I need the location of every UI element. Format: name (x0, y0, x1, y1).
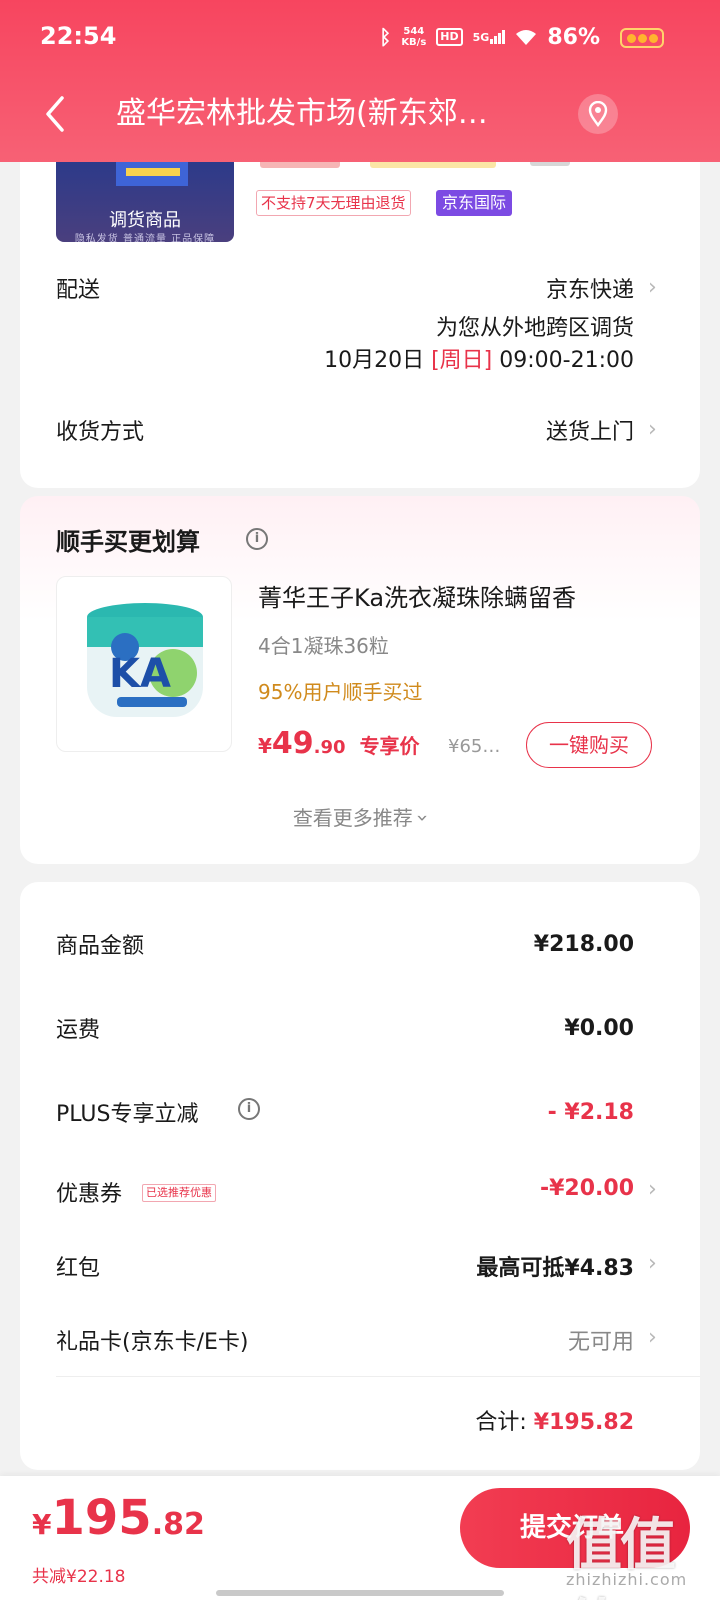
chevron-right-icon[interactable]: › (648, 277, 660, 299)
recommend-original-price: ¥65… (448, 736, 501, 757)
location-pin-icon[interactable] (578, 94, 618, 134)
goods-amount-label: 商品金额 (56, 934, 145, 959)
red-packet-value[interactable]: 最高可抵¥4.83 (476, 1250, 634, 1282)
product-thumbnail[interactable]: 调货商品 隐私发货 普通流量 正品保障 (56, 160, 234, 242)
chevron-right-icon[interactable]: › (648, 1179, 660, 1201)
thumb-sub: 隐私发货 普通流量 正品保障 (74, 234, 216, 242)
battery-percent: 86% (547, 24, 600, 50)
checkout-price: ¥195.82 (32, 1490, 205, 1546)
detergent-pod-image: KA (87, 603, 203, 717)
price-symbol: ¥ (258, 734, 272, 758)
price-label: 专享价 (359, 734, 420, 758)
clipped-price-row (260, 162, 580, 176)
delivery-note: 为您从外地跨区调货 (435, 316, 634, 341)
delivery-time: 10月20日 [周日] 09:00-21:00 (324, 342, 634, 374)
checkout-bar: ¥195.82 共减¥22.18 提交订单 值值值 zhizhizhi.com (0, 1476, 720, 1600)
plus-discount-label: PLUS专享立减 (56, 1102, 199, 1127)
delivery-weekday: [周日] (431, 348, 493, 373)
price-symbol: ¥ (32, 1508, 52, 1541)
chevron-right-icon[interactable]: › (648, 1253, 660, 1275)
delivery-label: 配送 (56, 278, 101, 303)
recommend-title: 顺手买更划算 (56, 528, 200, 556)
see-more-recommend[interactable]: 查看更多推荐 › (20, 802, 700, 831)
goods-amount-value: ¥218.00 (533, 932, 634, 957)
home-indicator[interactable] (216, 1590, 504, 1596)
svg-text:KA: KA (109, 651, 171, 697)
price-integer: 195 (51, 1490, 152, 1546)
delivery-card: 调货商品 隐私发货 普通流量 正品保障 不支持7天无理由退货 京东国际 配送 京… (20, 120, 700, 488)
recommend-product-image[interactable]: KA (56, 576, 232, 752)
plus-discount-value: - ¥2.18 (547, 1100, 634, 1125)
total-saved-text: 共减¥22.18 (32, 1567, 126, 1587)
status-bar: 22:54 ᛒ 544 KB/s HD 5G 86% (0, 0, 720, 76)
gift-card-label: 礼品卡(京东卡/E卡) (56, 1330, 249, 1355)
delivery-carrier[interactable]: 京东快递 (546, 272, 634, 304)
red-packet-label: 红包 (56, 1256, 101, 1281)
coupon-label: 优惠券 (56, 1182, 123, 1207)
price-decimal: .82 (151, 1507, 205, 1542)
shipping-fee-label: 运费 (56, 1018, 101, 1043)
status-time: 22:54 (40, 22, 117, 50)
chevron-right-icon[interactable]: › (648, 419, 660, 441)
price-integer: 49 (271, 726, 314, 761)
net-speed-value: 544 (403, 26, 425, 37)
nav-bar: 盛华宏林批发市场(新东郊… (0, 76, 720, 162)
top-header: 22:54 ᛒ 544 KB/s HD 5G 86% 盛华宏林批发市场(新东郊… (0, 0, 720, 162)
total-label: 合计: (475, 1410, 527, 1435)
net-speed-unit: KB/s (401, 37, 427, 48)
see-more-label: 查看更多推荐 (292, 806, 413, 830)
receive-method-label: 收货方式 (56, 420, 145, 445)
signal-icon: 5G (473, 30, 506, 44)
battery-icon (620, 28, 664, 48)
chevron-right-icon[interactable]: › (648, 1327, 660, 1349)
price-summary-card: 商品金额 ¥218.00 运费 ¥0.00 PLUS专享立减 i - ¥2.18… (20, 882, 700, 1470)
coupon-value[interactable]: -¥20.00 (540, 1176, 634, 1201)
page-title: 盛华宏林批发市场(新东郊… (116, 96, 488, 131)
no-return-tag: 不支持7天无理由退货 (256, 190, 411, 216)
total-value: ¥195.82 (533, 1410, 634, 1435)
total-line: 合计: ¥195.82 (475, 1404, 634, 1436)
recommend-card: 顺手买更划算 i KA 菁华王子Ka洗衣凝珠除螨留香 4合1凝珠36粒 95%用… (20, 496, 700, 864)
info-icon[interactable]: i (246, 528, 268, 550)
shipping-fee-value: ¥0.00 (564, 1016, 634, 1041)
divider (56, 1376, 700, 1377)
wifi-icon (516, 30, 537, 45)
hd-icon: HD (436, 28, 463, 46)
bluetooth-icon: ᛒ (379, 25, 392, 49)
recommend-product-name[interactable]: 菁华王子Ka洗衣凝珠除螨留香 (258, 578, 576, 613)
back-arrow-icon[interactable] (40, 94, 70, 134)
price-decimal: .90 (313, 737, 346, 758)
jd-international-tag: 京东国际 (436, 190, 513, 216)
chevron-down-icon: › (411, 814, 436, 822)
gift-card-value[interactable]: 无可用 (568, 1324, 634, 1356)
one-click-buy-button[interactable]: 一键购买 (526, 722, 652, 768)
watermark-url: zhizhizhi.com (566, 1570, 688, 1589)
delivery-date: 10月20日 (324, 348, 425, 373)
delivery-time-range: 09:00-21:00 (499, 348, 634, 373)
network-type: 5G (472, 31, 490, 44)
net-speed: 544 KB/s (401, 26, 426, 48)
recommend-price: ¥49.90 专享价 (258, 726, 420, 761)
recommend-product-spec: 4合1凝珠36粒 (258, 634, 389, 658)
info-icon[interactable]: i (238, 1098, 260, 1120)
coupon-recommended-tag: 已选推荐优惠 (142, 1184, 216, 1202)
thumb-label: 调货商品 (109, 210, 181, 231)
recommend-bought-text: 95%用户顺手买过 (258, 680, 423, 704)
receive-method-value[interactable]: 送货上门 (546, 414, 634, 446)
